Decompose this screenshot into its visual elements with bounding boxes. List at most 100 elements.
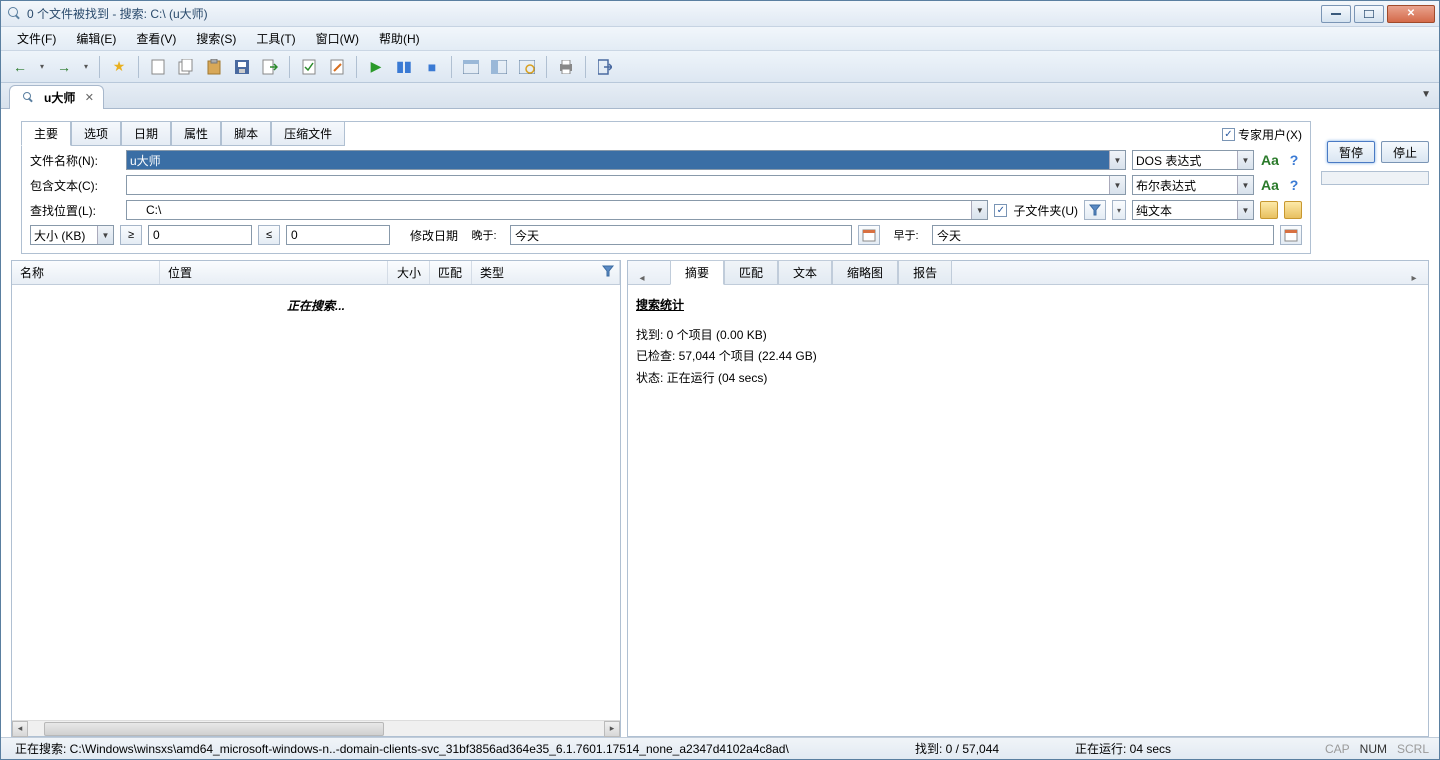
date-later-input[interactable]: 今天 bbox=[510, 225, 852, 245]
calendar-icon[interactable] bbox=[858, 225, 880, 245]
tab-attrs[interactable]: 属性 bbox=[171, 121, 221, 146]
chevron-down-icon[interactable]: ▼ bbox=[97, 226, 113, 244]
status-running: 正在运行: 04 secs bbox=[1067, 740, 1247, 757]
results-pane: 名称 位置 大小 匹配 类型 正在搜索... ◂ ▸ bbox=[11, 260, 621, 737]
contains-input[interactable]: ▼ bbox=[126, 175, 1126, 195]
col-match[interactable]: 匹配 bbox=[430, 261, 472, 284]
new-doc-button[interactable] bbox=[145, 54, 171, 80]
lookin-input[interactable]: C:\▼ bbox=[126, 200, 988, 220]
tab-thumb[interactable]: 缩略图 bbox=[832, 260, 898, 285]
layout1-button[interactable] bbox=[458, 54, 484, 80]
case-toggle[interactable]: Aa bbox=[1260, 177, 1280, 193]
tab-main[interactable]: 主要 bbox=[21, 121, 71, 146]
expert-mode-checkbox[interactable]: ✓专家用户(X) bbox=[1222, 126, 1302, 143]
search-icon bbox=[22, 91, 36, 105]
menu-view[interactable]: 查看(V) bbox=[128, 27, 184, 50]
folder-icon[interactable] bbox=[1260, 201, 1278, 219]
chevron-down-icon[interactable]: ▼ bbox=[1237, 151, 1253, 169]
menu-file[interactable]: 文件(F) bbox=[9, 27, 64, 50]
doc-check-button[interactable] bbox=[296, 54, 322, 80]
print-button[interactable] bbox=[553, 54, 579, 80]
tab-match[interactable]: 匹配 bbox=[724, 260, 778, 285]
col-size[interactable]: 大小 bbox=[388, 261, 430, 284]
filter-menu[interactable]: ▾ bbox=[1112, 200, 1126, 220]
menu-search[interactable]: 搜索(S) bbox=[188, 27, 244, 50]
menu-help[interactable]: 帮助(H) bbox=[371, 27, 428, 50]
col-location[interactable]: 位置 bbox=[160, 261, 388, 284]
paste-button[interactable] bbox=[201, 54, 227, 80]
lookin-expr-select[interactable]: 纯文本▼ bbox=[1132, 200, 1254, 220]
size-min-input[interactable]: 0 bbox=[148, 225, 252, 245]
refresh-button[interactable] bbox=[514, 54, 540, 80]
filter-button[interactable] bbox=[1084, 200, 1106, 220]
tab-script[interactable]: 脚本 bbox=[221, 121, 271, 146]
search-tab[interactable]: u大师 ✕ bbox=[9, 85, 104, 109]
nav-forward-button[interactable]: → bbox=[51, 54, 77, 80]
export-button[interactable] bbox=[257, 54, 283, 80]
filename-expr-select[interactable]: DOS 表达式▼ bbox=[1132, 150, 1254, 170]
chevron-down-icon[interactable]: ▼ bbox=[1237, 176, 1253, 194]
tab-menu-icon[interactable]: ▼ bbox=[1421, 89, 1431, 100]
subfolders-checkbox[interactable]: ✓ bbox=[994, 204, 1007, 217]
filename-input[interactable]: u大师▼ bbox=[126, 150, 1126, 170]
tab-summary[interactable]: 摘要 bbox=[670, 260, 724, 285]
nav-back-button[interactable]: ← bbox=[7, 54, 33, 80]
stop-search-button[interactable]: 停止 bbox=[1381, 141, 1429, 163]
tab-archive[interactable]: 压缩文件 bbox=[271, 121, 345, 146]
summary-heading: 搜索统计 bbox=[636, 295, 1420, 317]
summary-found: 找到: 0 个项目 (0.00 KB) bbox=[636, 325, 1420, 347]
favorite-button[interactable]: ★ bbox=[106, 54, 132, 80]
earlier-label: 早于: bbox=[886, 225, 926, 245]
title-bar[interactable]: 0 个文件被找到 - 搜索: C:\ (u大师) ✕ bbox=[1, 1, 1439, 27]
scroll-thumb[interactable] bbox=[44, 722, 384, 736]
doc-edit-button[interactable] bbox=[324, 54, 350, 80]
exit-button[interactable] bbox=[592, 54, 618, 80]
maximize-button[interactable] bbox=[1354, 5, 1384, 23]
tab-close-icon[interactable]: ✕ bbox=[83, 92, 95, 104]
nav-forward-menu[interactable]: ▾ bbox=[79, 54, 93, 80]
minimize-button[interactable] bbox=[1321, 5, 1351, 23]
pause-button[interactable]: ▮▮ bbox=[391, 54, 417, 80]
help-icon[interactable]: ? bbox=[1286, 152, 1302, 168]
size-min-op[interactable]: ≥ bbox=[120, 225, 142, 245]
menu-window[interactable]: 窗口(W) bbox=[308, 27, 367, 50]
size-max-op[interactable]: ≤ bbox=[258, 225, 280, 245]
case-toggle[interactable]: Aa bbox=[1260, 152, 1280, 168]
col-type[interactable]: 类型 bbox=[472, 261, 620, 284]
tab-text[interactable]: 文本 bbox=[778, 260, 832, 285]
tab-date[interactable]: 日期 bbox=[121, 121, 171, 146]
summary-content: 搜索统计 找到: 0 个项目 (0.00 KB) 已检查: 57,044 个项目… bbox=[628, 285, 1428, 399]
details-tabs: ◂ 摘要 匹配 文本 缩略图 报告 ▸ bbox=[628, 261, 1428, 285]
chevron-down-icon[interactable]: ▼ bbox=[971, 201, 987, 219]
date-earlier-input[interactable]: 今天 bbox=[932, 225, 1274, 245]
scroll-right-icon[interactable]: ▸ bbox=[604, 721, 620, 737]
scroll-indicator: SCRL bbox=[1393, 742, 1433, 756]
tab-nav-left[interactable]: ◂ bbox=[634, 273, 650, 284]
filter-icon[interactable] bbox=[602, 265, 616, 279]
close-button[interactable]: ✕ bbox=[1387, 5, 1435, 23]
stop-button[interactable]: ■ bbox=[419, 54, 445, 80]
chevron-down-icon[interactable]: ▼ bbox=[1237, 201, 1253, 219]
help-icon[interactable]: ? bbox=[1286, 177, 1302, 193]
folder-add-icon[interactable] bbox=[1284, 201, 1302, 219]
layout2-button[interactable] bbox=[486, 54, 512, 80]
nav-back-menu[interactable]: ▾ bbox=[35, 54, 49, 80]
pause-search-button[interactable]: 暂停 bbox=[1327, 141, 1375, 163]
menu-tools[interactable]: 工具(T) bbox=[248, 27, 303, 50]
menu-edit[interactable]: 编辑(E) bbox=[68, 27, 124, 50]
chevron-down-icon[interactable]: ▼ bbox=[1109, 151, 1125, 169]
save-button[interactable] bbox=[229, 54, 255, 80]
tab-nav-right[interactable]: ▸ bbox=[1406, 273, 1422, 284]
col-name[interactable]: 名称 bbox=[12, 261, 160, 284]
horizontal-scrollbar[interactable]: ◂ ▸ bbox=[12, 720, 620, 736]
contains-expr-select[interactable]: 布尔表达式▼ bbox=[1132, 175, 1254, 195]
tab-report[interactable]: 报告 bbox=[898, 260, 952, 285]
chevron-down-icon[interactable]: ▼ bbox=[1109, 176, 1125, 194]
size-unit-select[interactable]: 大小 (KB)▼ bbox=[30, 225, 114, 245]
size-max-input[interactable]: 0 bbox=[286, 225, 390, 245]
scroll-left-icon[interactable]: ◂ bbox=[12, 721, 28, 737]
copy-button[interactable] bbox=[173, 54, 199, 80]
calendar-icon[interactable] bbox=[1280, 225, 1302, 245]
tab-options[interactable]: 选项 bbox=[71, 121, 121, 146]
play-button[interactable]: ▶ bbox=[363, 54, 389, 80]
